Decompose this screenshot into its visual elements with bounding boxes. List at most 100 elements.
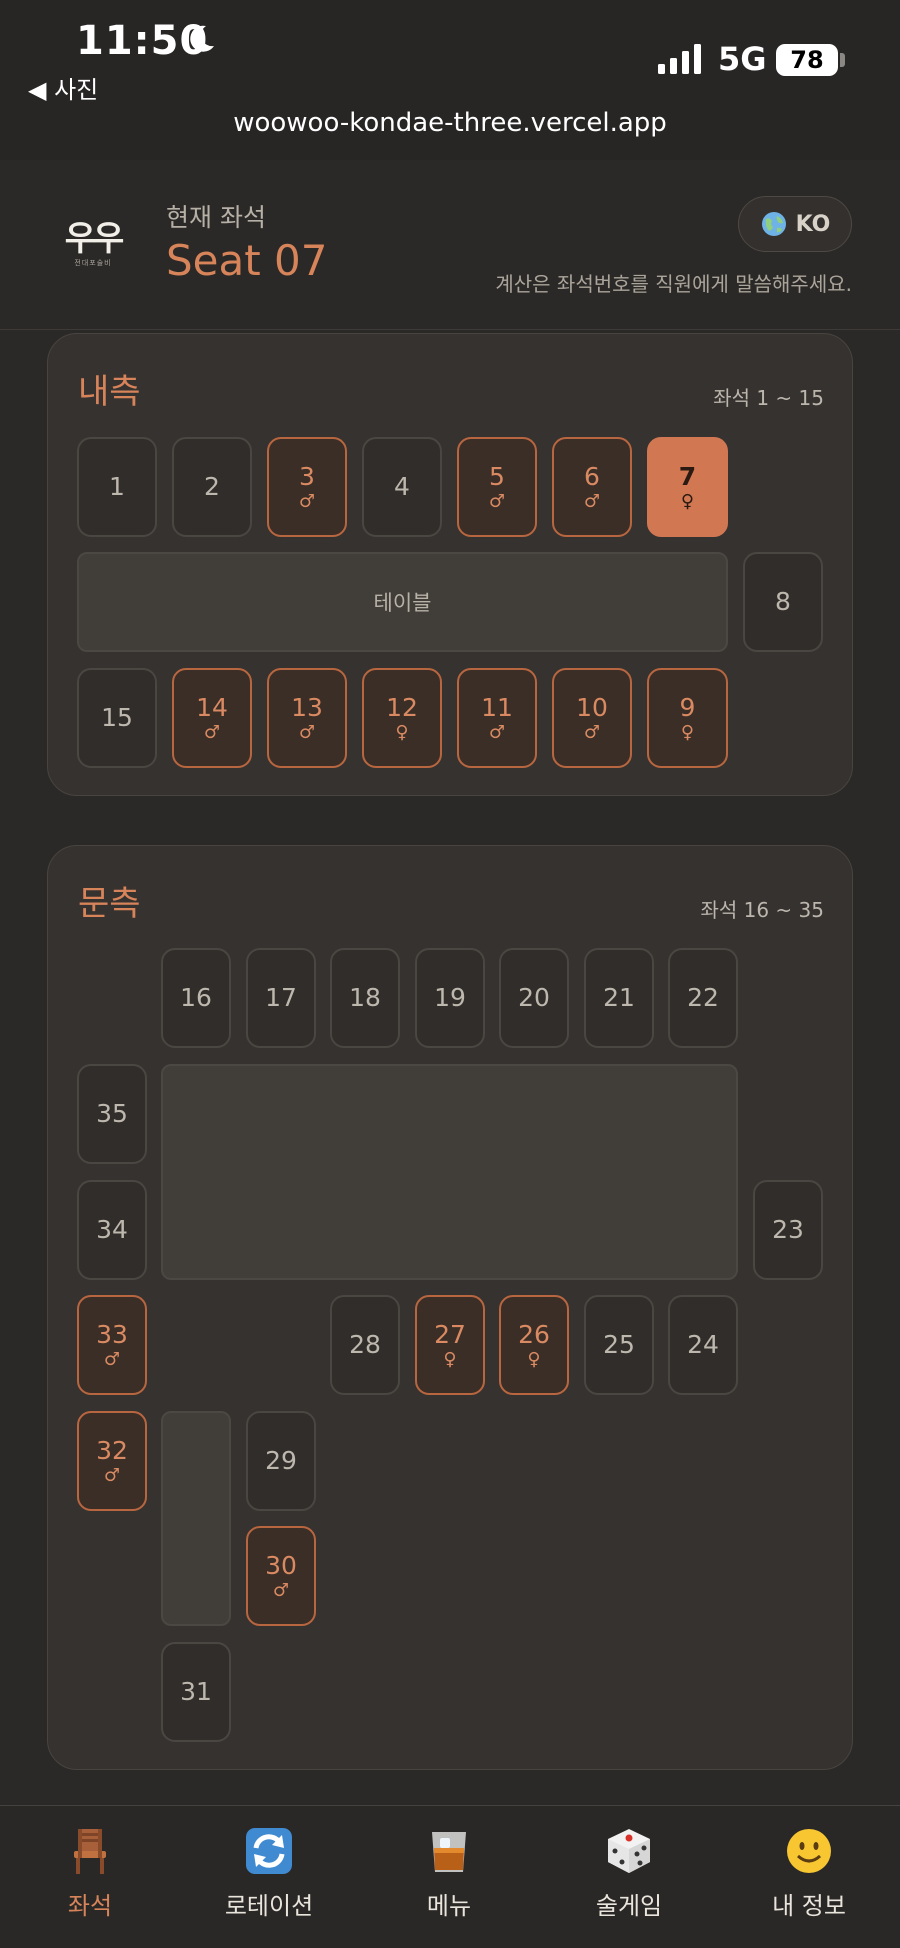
door-seat-range: 좌석 16 ~ 35 <box>700 898 824 922</box>
seat-number: 28 <box>349 1330 381 1359</box>
seat-number: 3 <box>299 462 315 491</box>
seat-5[interactable]: 5 ♂ <box>457 437 537 537</box>
inner-seat-range: 좌석 1 ~ 15 <box>713 386 824 410</box>
seat-31[interactable]: 31 <box>161 1642 231 1742</box>
door-section-title: 문측 <box>78 884 141 924</box>
female-icon: ♀ <box>680 722 695 743</box>
nav-my-info-label: 내 정보 <box>772 1892 846 1920</box>
smiley-icon <box>787 1829 831 1873</box>
nav-seat-label: 좌석 <box>67 1892 113 1920</box>
seat-7-selected[interactable]: 7 ♀ <box>647 437 728 537</box>
seat-23[interactable]: 23 <box>753 1180 823 1280</box>
seat-35[interactable]: 35 <box>77 1064 147 1164</box>
nav-rotation-label: 로테이션 <box>224 1892 314 1920</box>
male-icon: ♂ <box>298 491 316 512</box>
seat-24[interactable]: 24 <box>668 1295 738 1395</box>
payment-notice: 계산은 좌석번호를 직원에게 말씀해주세요. <box>495 272 852 296</box>
seat-6[interactable]: 6 ♂ <box>552 437 632 537</box>
female-icon: ♀ <box>680 491 695 512</box>
seat-29[interactable]: 29 <box>246 1411 316 1511</box>
logo-text: 우우 <box>64 219 125 259</box>
male-icon: ♂ <box>272 1580 290 1601</box>
moon-icon <box>190 25 214 52</box>
nav-my-info[interactable]: 내 정보 <box>739 1826 879 1921</box>
seat-30[interactable]: 30 ♂ <box>246 1526 316 1626</box>
seat-11[interactable]: 11 ♂ <box>457 668 537 768</box>
chair-icon <box>74 1829 106 1874</box>
seat-number: 29 <box>265 1446 297 1475</box>
seat-number: 25 <box>603 1330 635 1359</box>
seat-number: 26 <box>518 1320 550 1349</box>
seat-10[interactable]: 10 ♂ <box>552 668 632 768</box>
seat-21[interactable]: 21 <box>584 948 654 1048</box>
seat-2[interactable]: 2 <box>172 437 252 537</box>
seat-20[interactable]: 20 <box>499 948 569 1048</box>
female-icon: ♀ <box>443 1349 457 1370</box>
seat-number: 30 <box>265 1551 297 1580</box>
seat-33[interactable]: 33 ♂ <box>77 1295 147 1395</box>
seat-number: 1 <box>109 472 125 501</box>
nav-drink-game[interactable]: 술게임 <box>559 1826 699 1921</box>
seat-number: 11 <box>481 693 513 722</box>
seat-number: 6 <box>584 462 600 491</box>
language-button[interactable]: KO <box>738 196 852 252</box>
seat-13[interactable]: 13 ♂ <box>267 668 347 768</box>
seat-27[interactable]: 27 ♀ <box>415 1295 485 1395</box>
seat-14[interactable]: 14 ♂ <box>172 668 252 768</box>
seat-16[interactable]: 16 <box>161 948 231 1048</box>
logo-subtext: 전대포술비 <box>74 259 112 267</box>
bottom-nav: 좌석 로테이션 메뉴 술게임 내 정보 <box>0 1805 900 1948</box>
seat-number: 15 <box>101 703 133 732</box>
seat-8[interactable]: 8 <box>743 552 823 652</box>
nav-rotation[interactable]: 로테이션 <box>199 1826 339 1921</box>
dice-icon <box>608 1829 650 1873</box>
male-icon: ♂ <box>298 722 316 743</box>
seat-22[interactable]: 22 <box>668 948 738 1048</box>
male-icon: ♂ <box>488 722 506 743</box>
seat-34[interactable]: 34 <box>77 1180 147 1280</box>
seat-number: 7 <box>678 462 697 491</box>
signal-icon <box>658 44 701 74</box>
seat-number: 9 <box>679 693 696 722</box>
rotation-arrows-icon <box>246 1828 292 1874</box>
seat-12[interactable]: 12 ♀ <box>362 668 442 768</box>
nav-seat[interactable]: 좌석 <box>20 1826 160 1921</box>
seat-number: 4 <box>394 472 410 501</box>
seat-9[interactable]: 9 ♀ <box>647 668 728 768</box>
seat-number: 16 <box>180 983 212 1012</box>
female-icon: ♀ <box>395 722 409 743</box>
brand-logo[interactable]: 우우 전대포술비 <box>62 219 125 276</box>
seat-15[interactable]: 15 <box>77 668 157 768</box>
seat-number: 17 <box>265 983 297 1012</box>
seat-number: 35 <box>96 1099 128 1128</box>
seat-18[interactable]: 18 <box>330 948 400 1048</box>
seat-32[interactable]: 32 ♂ <box>77 1411 147 1511</box>
seat-1[interactable]: 1 <box>77 437 157 537</box>
whiskey-glass-icon <box>432 1832 466 1872</box>
nav-menu-label: 메뉴 <box>426 1892 472 1920</box>
female-icon: ♀ <box>527 1349 541 1370</box>
battery-tip <box>840 53 845 67</box>
seat-number: 33 <box>96 1320 128 1349</box>
globe-icon <box>761 212 786 236</box>
seat-25[interactable]: 25 <box>584 1295 654 1395</box>
seat-26[interactable]: 26 ♀ <box>499 1295 569 1395</box>
network-type: 5G <box>718 40 767 78</box>
seat-number: 32 <box>96 1436 128 1465</box>
seat-28[interactable]: 28 <box>330 1295 400 1395</box>
inner-section-title: 내측 <box>78 372 141 412</box>
male-icon: ♂ <box>203 722 221 743</box>
male-icon: ♂ <box>103 1349 121 1370</box>
nav-menu[interactable]: 메뉴 <box>379 1826 519 1921</box>
seat-17[interactable]: 17 <box>246 948 316 1048</box>
nav-drink-game-label: 술게임 <box>595 1892 663 1920</box>
language-code: KO <box>795 211 831 237</box>
seat-3[interactable]: 3 ♂ <box>267 437 347 537</box>
male-icon: ♂ <box>583 491 601 512</box>
seat-19[interactable]: 19 <box>415 948 485 1048</box>
seat-number: 34 <box>96 1215 128 1244</box>
seat-4[interactable]: 4 <box>362 437 442 537</box>
male-icon: ♂ <box>488 491 506 512</box>
back-to-app-link[interactable]: ◀ 사진 <box>28 70 98 105</box>
url-bar[interactable]: woowoo-kondae-three.vercel.app <box>0 108 900 138</box>
